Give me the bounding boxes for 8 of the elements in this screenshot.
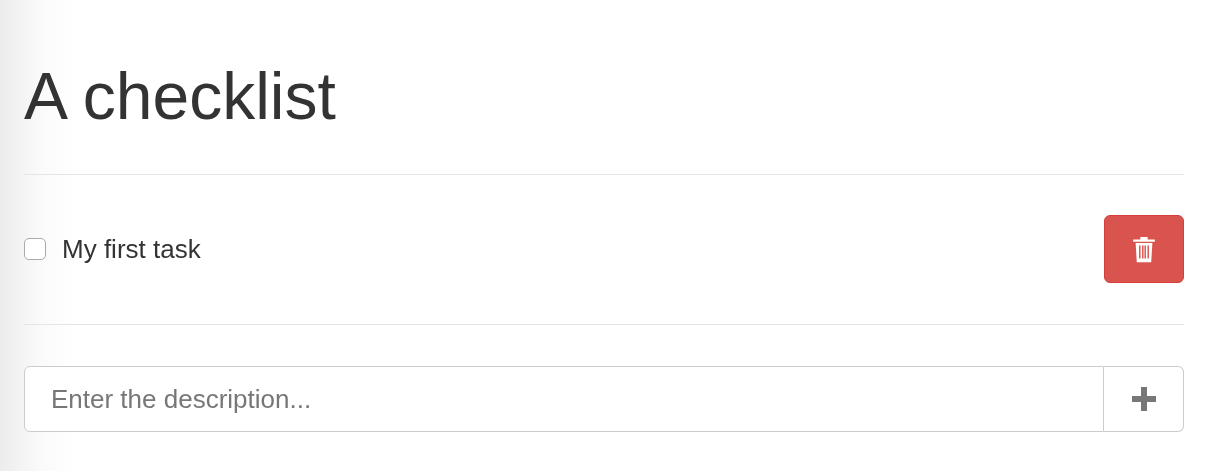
page-title: A checklist <box>24 58 336 135</box>
add-button[interactable] <box>1104 366 1184 432</box>
task-label: My first task <box>62 233 201 265</box>
plus-icon <box>1130 386 1157 412</box>
task-checkbox[interactable] <box>24 238 46 260</box>
trash-icon <box>1132 234 1156 264</box>
new-task-field[interactable]: Enter the description... <box>24 366 1104 432</box>
delete-button[interactable] <box>1104 215 1184 283</box>
